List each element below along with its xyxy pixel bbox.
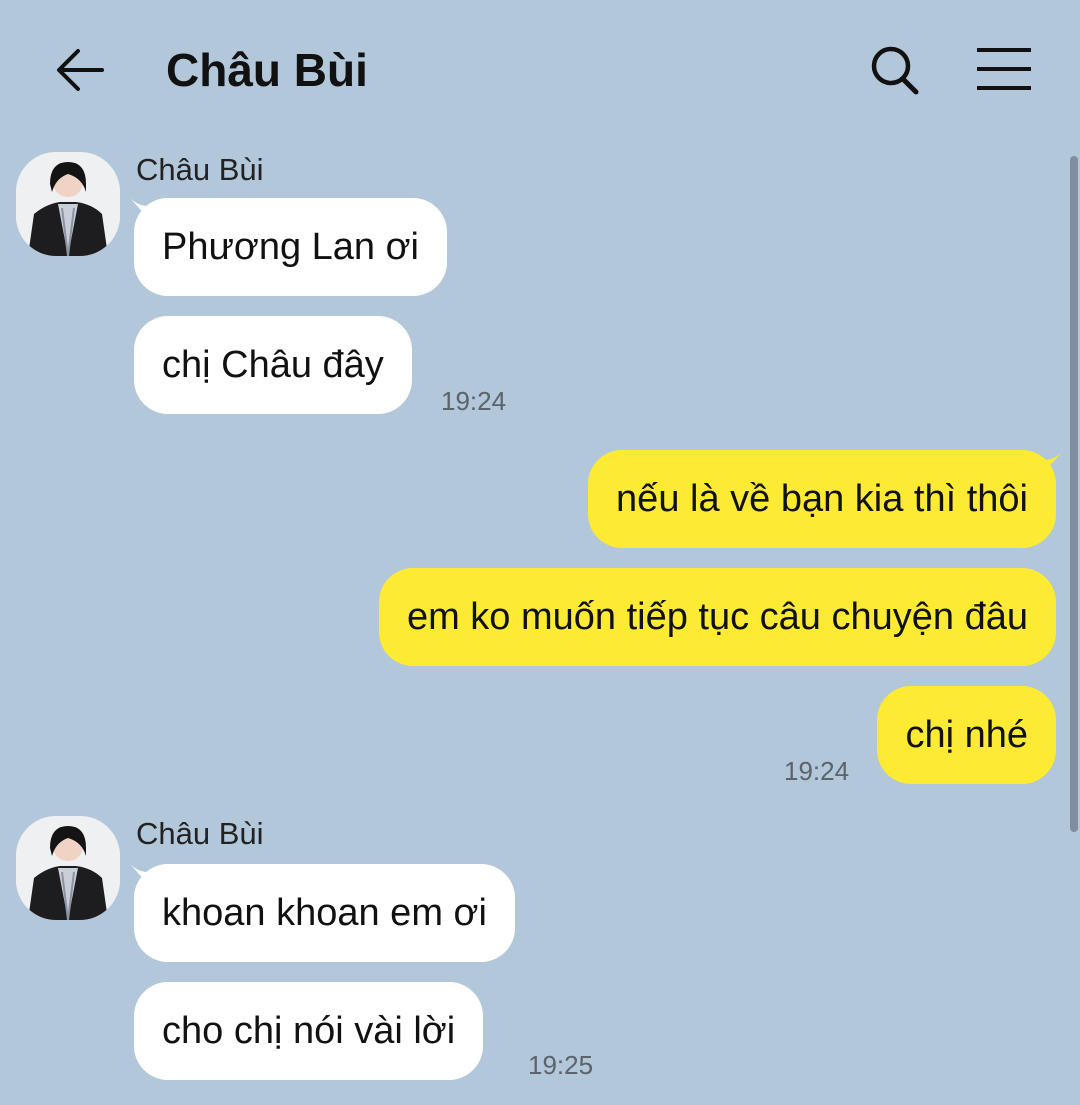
- message-time: 19:25: [528, 1050, 594, 1080]
- sender-name: Châu Bùi: [136, 152, 264, 187]
- back-button[interactable]: [50, 40, 110, 100]
- back-arrow-icon: [57, 49, 104, 91]
- search-icon: [871, 46, 919, 95]
- menu-button[interactable]: [972, 40, 1036, 100]
- avatar[interactable]: [16, 816, 120, 920]
- search-button[interactable]: [866, 40, 926, 100]
- message-bubble-outgoing[interactable]: em ko muốn tiếp tục câu chuyện đâu: [378, 568, 1056, 666]
- message-time: 19:24: [784, 756, 850, 786]
- message-bubble-incoming[interactable]: chị Châu đây: [134, 316, 412, 414]
- avatar[interactable]: [16, 152, 120, 256]
- message-time: 19:24: [441, 386, 507, 416]
- profile-photo: [16, 152, 120, 256]
- chat-header: Châu Bùi: [0, 0, 1080, 140]
- profile-photo: [16, 816, 120, 920]
- sender-name: Châu Bùi: [136, 816, 264, 851]
- message-bubble-incoming[interactable]: cho chị nói vài lời: [134, 982, 484, 1080]
- chat-screen: Châu Bùi Châu Bùi Phương Lan ơi chị Châu…: [0, 0, 1080, 1105]
- message-bubble-outgoing[interactable]: nếu là về bạn kia thì thôi: [588, 450, 1056, 548]
- scrollbar[interactable]: [1070, 156, 1078, 832]
- message-bubble-outgoing[interactable]: chị nhé: [877, 686, 1056, 784]
- message-bubble-incoming[interactable]: Phương Lan ơi: [134, 198, 447, 296]
- menu-icon: [977, 48, 1031, 90]
- chat-title: Châu Bùi: [166, 44, 368, 96]
- message-bubble-incoming[interactable]: khoan khoan em ơi: [134, 864, 515, 962]
